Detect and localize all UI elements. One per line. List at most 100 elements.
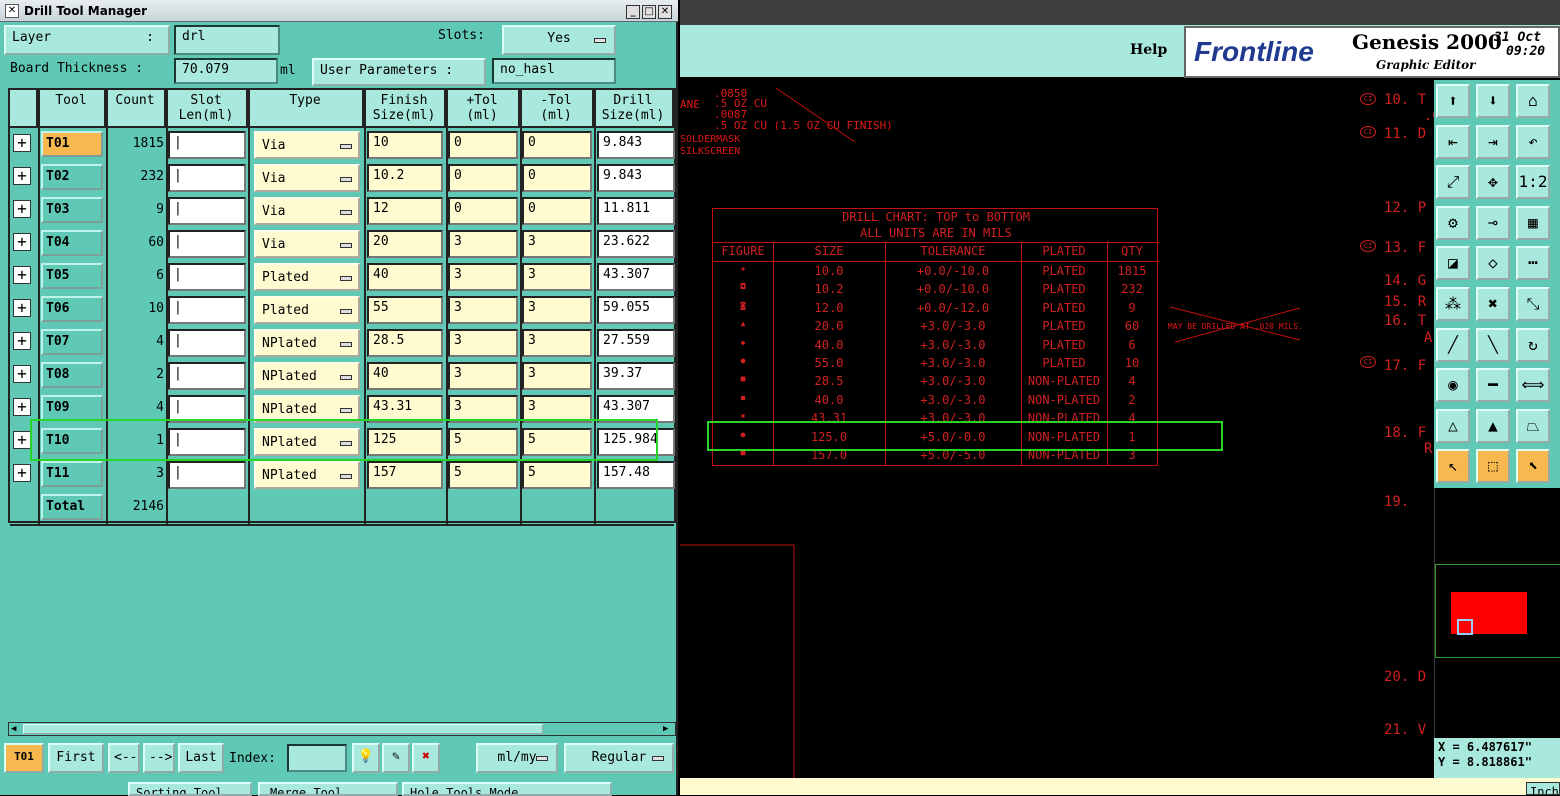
lightbulb-icon[interactable]: 💡 <box>352 743 380 773</box>
plus-tol-input[interactable]: 0 <box>448 131 518 159</box>
slot-length-input[interactable]: | <box>168 263 246 291</box>
mode-dropdown[interactable]: Regular <box>564 743 674 773</box>
drill-size-input[interactable]: 27.559 <box>597 329 675 357</box>
drill-size-input[interactable]: 39.37 <box>597 362 675 390</box>
cross-icon[interactable]: ✖ <box>1476 287 1510 321</box>
finish-size-input[interactable]: 12 <box>367 197 443 225</box>
type-dropdown[interactable]: Plated <box>254 263 360 291</box>
view-rectangle[interactable] <box>1457 619 1473 635</box>
diag-icon[interactable]: ╲ <box>1476 327 1510 362</box>
first-button[interactable]: First <box>48 743 104 773</box>
finish-size-input[interactable]: 28.5 <box>367 329 443 357</box>
pad-icon[interactable]: ◉ <box>1436 368 1470 403</box>
measure-icon[interactable]: ⟺ <box>1516 368 1550 403</box>
ruler-icon[interactable]: ┅ <box>1516 246 1550 281</box>
finish-size-input[interactable]: 10 <box>367 131 443 159</box>
merge-tool-button[interactable]: Merge Tool <box>258 782 398 796</box>
plus-tol-input[interactable]: 3 <box>448 296 518 324</box>
tool-button[interactable]: T02 <box>41 164 103 190</box>
type-dropdown[interactable]: Via <box>254 164 360 192</box>
drill-size-input[interactable]: 11.811 <box>597 197 675 225</box>
trapezoid-icon[interactable]: ⏢ <box>1516 408 1550 443</box>
minus-tol-input[interactable]: 3 <box>522 230 592 258</box>
export-icon[interactable]: ⬇ <box>1476 84 1510 118</box>
window-menu-icon[interactable]: ✕ <box>5 4 19 18</box>
last-button[interactable]: Last <box>178 743 224 773</box>
sorting-tool-button[interactable]: Sorting Tool <box>128 782 252 796</box>
minus-tol-input[interactable]: 0 <box>522 164 592 192</box>
units-dropdown[interactable]: ml/my <box>476 743 558 773</box>
slot-length-input[interactable]: | <box>168 164 246 192</box>
link-icon[interactable]: ⤡ <box>1516 287 1550 321</box>
board-thickness-field[interactable]: 70.079 <box>174 58 278 84</box>
plus-tol-input[interactable]: 0 <box>448 164 518 192</box>
tool-button[interactable]: T03 <box>41 197 103 223</box>
scroll-left-icon[interactable]: ◀ <box>11 724 21 734</box>
plus-tol-input[interactable]: 0 <box>448 197 518 225</box>
drill-size-input[interactable]: 9.843 <box>597 131 675 159</box>
scrollbar-thumb[interactable] <box>23 724 543 734</box>
minus-tol-input[interactable]: 3 <box>522 362 592 390</box>
select-lasso-icon[interactable]: ⬉ <box>1516 449 1550 484</box>
slot-length-input[interactable]: | <box>168 329 246 357</box>
drill-size-input[interactable]: 23.622 <box>597 230 675 258</box>
expand-icon[interactable]: + <box>13 332 31 350</box>
finish-size-input[interactable]: 20 <box>367 230 443 258</box>
drill-size-input[interactable]: 59.055 <box>597 296 675 324</box>
tool-button[interactable]: T07 <box>41 329 103 355</box>
minus-tol-input[interactable]: 5 <box>522 461 592 489</box>
type-dropdown[interactable]: NPlated <box>254 362 360 390</box>
minus-tol-input[interactable]: 0 <box>522 131 592 159</box>
select-icon[interactable]: ↖ <box>1436 449 1470 484</box>
layer-field[interactable]: drl <box>174 25 280 55</box>
index-field[interactable] <box>287 744 347 772</box>
pin-icon[interactable]: ⊸ <box>1476 205 1510 240</box>
user-parameters-field[interactable]: no_hasl <box>492 58 616 84</box>
type-dropdown[interactable]: NPlated <box>254 461 360 489</box>
minus-tol-input[interactable]: 3 <box>522 296 592 324</box>
hole-tools-mode-button[interactable]: Hole Tools Mode <box>402 782 612 796</box>
fit-icon[interactable]: ⤢ <box>1436 165 1470 200</box>
minus-tol-input[interactable]: 3 <box>522 263 592 291</box>
zoom-right-icon[interactable]: ⇥ <box>1476 124 1510 159</box>
tool-button[interactable]: T06 <box>41 296 103 322</box>
drill-size-input[interactable]: 157.48 <box>597 461 675 489</box>
shape-icon[interactable]: ◇ <box>1476 246 1510 281</box>
expand-icon[interactable]: + <box>13 167 31 185</box>
expand-icon[interactable]: + <box>13 299 31 317</box>
user-parameters-label[interactable]: User Parameters : <box>312 58 486 86</box>
overview-map[interactable] <box>1434 488 1560 738</box>
expand-icon[interactable]: + <box>13 200 31 218</box>
triangle-icon[interactable]: △ <box>1436 408 1470 443</box>
units-button[interactable]: Inch <box>1526 782 1560 795</box>
layers-icon[interactable]: ▦ <box>1516 205 1550 240</box>
zoom-left-icon[interactable]: ⇤ <box>1436 124 1470 159</box>
plus-tol-input[interactable]: 3 <box>448 362 518 390</box>
expand-icon[interactable]: + <box>13 134 31 152</box>
slot-length-input[interactable]: | <box>168 131 246 159</box>
tool-button[interactable]: T04 <box>41 230 103 256</box>
help-menu[interactable]: Help <box>1130 42 1167 58</box>
slot-length-input[interactable]: | <box>168 230 246 258</box>
slot-length-input[interactable]: | <box>168 197 246 225</box>
finish-size-input[interactable]: 55 <box>367 296 443 324</box>
type-dropdown[interactable]: Via <box>254 197 360 225</box>
plus-tol-input[interactable]: 5 <box>448 461 518 489</box>
tool-button[interactable]: T01 <box>41 131 103 157</box>
scale-1to2-icon[interactable]: 1:2 <box>1516 165 1550 200</box>
slot-length-input[interactable]: | <box>168 296 246 324</box>
snapshot-icon[interactable]: ◪ <box>1436 246 1470 281</box>
horizontal-scrollbar[interactable]: ◀ ▶ <box>8 722 676 736</box>
expand-icon[interactable]: + <box>13 266 31 284</box>
plus-tol-input[interactable]: 3 <box>448 230 518 258</box>
close-button[interactable]: ✕ <box>658 5 672 19</box>
minus-tol-input[interactable]: 0 <box>522 197 592 225</box>
minimize-button[interactable]: _ <box>626 5 640 19</box>
slot-length-input[interactable]: | <box>168 362 246 390</box>
plus-tol-input[interactable]: 3 <box>448 329 518 357</box>
slot-length-input[interactable]: | <box>168 461 246 489</box>
arrow-up-icon[interactable]: ▲ <box>1476 408 1510 443</box>
maximize-button[interactable]: □ <box>642 5 656 19</box>
drill-size-input[interactable]: 43.307 <box>597 263 675 291</box>
type-dropdown[interactable]: NPlated <box>254 329 360 357</box>
